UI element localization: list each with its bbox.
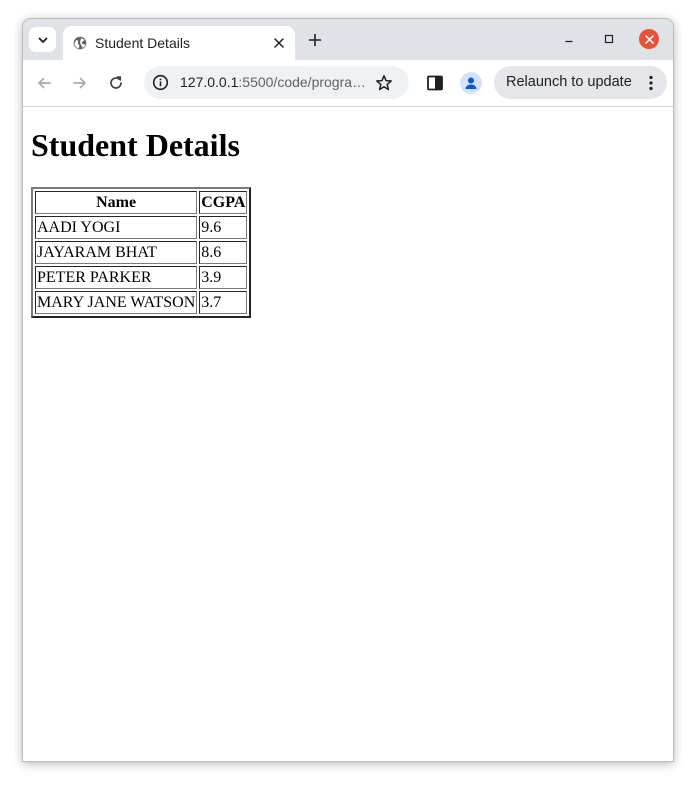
arrow-left-icon — [38, 77, 51, 89]
table-row: PETER PARKER 3.9 — [35, 266, 248, 289]
minimize-icon — [565, 40, 573, 43]
student-name-cell: MARY JANE WATSON — [35, 291, 198, 314]
url-host: 127.0.0.1 — [180, 74, 239, 90]
plus-icon — [308, 33, 322, 47]
table-row: JAYARAM BHAT 8.6 — [35, 241, 248, 264]
url-path: :5500/code/progra… — [238, 74, 367, 90]
student-name-cell: AADI YOGI — [35, 216, 198, 239]
browser-toolbar: 127.0.0.1:5500/code/progra… Relaunch to … — [23, 60, 673, 107]
back-button[interactable] — [34, 73, 54, 93]
minimize-button[interactable] — [559, 29, 579, 49]
table-row: MARY JANE WATSON 3.7 — [35, 291, 248, 314]
new-tab-button[interactable] — [305, 30, 325, 50]
column-header-cgpa: CGPA — [199, 191, 248, 214]
student-cgpa-cell: 3.9 — [199, 266, 248, 289]
address-bar[interactable]: 127.0.0.1:5500/code/progra… — [144, 66, 409, 99]
table-row: AADI YOGI 9.6 — [35, 216, 248, 239]
info-icon[interactable] — [152, 74, 169, 91]
student-table: Name CGPA AADI YOGI 9.6 JAYARAM BHAT 8.6… — [31, 187, 252, 318]
url-text[interactable]: 127.0.0.1:5500/code/progra… — [180, 74, 370, 90]
tab-search-button[interactable] — [29, 27, 56, 52]
star-icon[interactable] — [375, 74, 393, 92]
person-icon — [465, 77, 477, 89]
student-cgpa-cell: 8.6 — [199, 241, 248, 264]
student-name-cell: JAYARAM BHAT — [35, 241, 198, 264]
column-header-name: Name — [35, 191, 198, 214]
tab-close-button[interactable] — [271, 35, 287, 51]
relaunch-to-update-button[interactable]: Relaunch to update — [494, 66, 667, 99]
side-panel-icon[interactable] — [425, 73, 445, 93]
reload-icon — [110, 76, 122, 89]
window-close-button[interactable] — [639, 29, 659, 49]
globe-icon — [73, 36, 87, 50]
chevron-down-icon — [38, 37, 47, 43]
maximize-button[interactable] — [599, 29, 619, 49]
tab-strip: Student Details — [23, 19, 673, 60]
reload-button[interactable] — [106, 73, 126, 93]
page-content: Student Details Name CGPA AADI YOGI 9.6 … — [23, 107, 673, 761]
three-dots-vertical-icon[interactable] — [646, 74, 656, 92]
close-icon — [644, 34, 654, 44]
student-cgpa-cell: 9.6 — [199, 216, 248, 239]
close-icon — [274, 38, 284, 48]
relaunch-label: Relaunch to update — [506, 74, 632, 90]
browser-window: Student Details 127.0.0.1:5500/code/prog… — [22, 18, 674, 762]
arrow-right-icon — [73, 77, 86, 89]
table-header-row: Name CGPA — [35, 191, 248, 214]
maximize-icon — [604, 34, 614, 44]
page-title: Student Details — [31, 127, 240, 163]
student-name-cell: PETER PARKER — [35, 266, 198, 289]
forward-button[interactable] — [70, 73, 90, 93]
tab-student-details[interactable]: Student Details — [63, 26, 295, 60]
student-cgpa-cell: 3.7 — [199, 291, 248, 314]
profile-button[interactable] — [460, 72, 482, 94]
tab-title: Student Details — [95, 35, 190, 51]
